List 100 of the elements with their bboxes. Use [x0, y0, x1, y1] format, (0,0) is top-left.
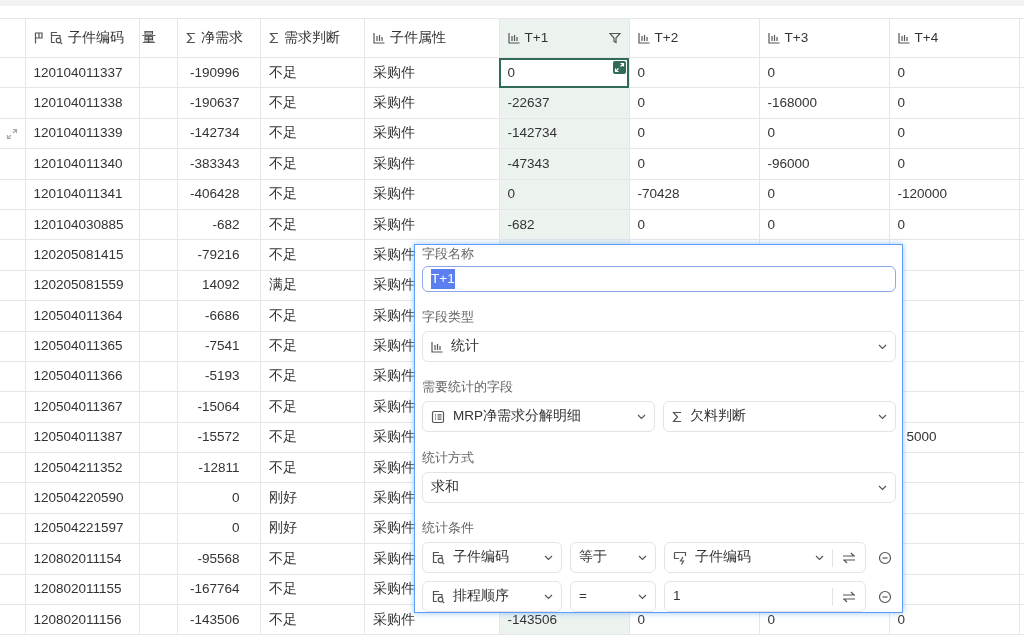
table-cell: 0	[767, 125, 775, 141]
table-cell: 5000	[906, 429, 937, 445]
column-header[interactable]: T+2	[654, 27, 679, 49]
table-cell: 刚好	[268, 520, 297, 536]
chevron-down-icon	[544, 593, 553, 600]
condition-field-dropdown[interactable]: 排程顺序	[422, 581, 562, 612]
table-cell: 采购件	[372, 94, 415, 110]
table-cell: 120504220590	[33, 490, 124, 506]
table-cell: 120104011340	[33, 155, 123, 171]
expand-icon[interactable]	[612, 61, 626, 74]
column-header[interactable]: T+1	[524, 27, 549, 49]
column-header[interactable]: T+3	[784, 27, 809, 49]
table-cell: 120802011155	[33, 581, 122, 597]
table-cell: 120802011154	[33, 550, 122, 566]
table-cell: 0	[897, 155, 905, 171]
table-cell: 0	[897, 611, 905, 627]
table-cell: -95568	[197, 550, 240, 566]
table-cell: 120504011367	[33, 398, 123, 414]
field-label: 需要统计的字段	[422, 379, 514, 395]
chevron-down-icon	[815, 554, 824, 561]
sum-icon	[268, 32, 279, 44]
table-cell: -383343	[189, 155, 240, 171]
lookup-field-icon	[431, 550, 445, 565]
table-cell: 0	[637, 125, 645, 141]
table-cell: -22637	[507, 94, 550, 110]
table-cell: 120504221597	[33, 520, 124, 536]
table-cell: 120504211352	[33, 459, 123, 475]
table-cell: 0	[767, 611, 775, 627]
table-cell: 120104011337	[33, 64, 123, 80]
table-cell: 0	[897, 94, 905, 110]
filter-icon	[608, 32, 621, 44]
table-cell: -167764	[189, 581, 240, 597]
bar-chart-icon	[507, 32, 520, 44]
swap-button[interactable]	[841, 590, 857, 603]
table-cell: 采购件	[372, 581, 415, 597]
chevron-down-icon	[638, 593, 647, 600]
swap-icon	[841, 590, 857, 603]
table-cell: 不足	[268, 581, 297, 597]
table-cell: -142734	[507, 125, 558, 141]
bar-chart-icon	[431, 340, 443, 353]
expand-icon	[6, 127, 18, 140]
field-label: 字段类型	[422, 309, 475, 325]
table-cell: 120802011156	[33, 611, 122, 627]
table-cell: -168000	[767, 94, 818, 110]
table-cell: 刚好	[268, 490, 297, 506]
table-cell: 不足	[268, 307, 297, 323]
table-cell: 采购件	[372, 398, 415, 414]
table-cell: 0	[897, 64, 905, 80]
table-cell: 0	[637, 64, 645, 80]
table-cell: -6686	[204, 307, 240, 323]
field-type-dropdown[interactable]: 统计	[422, 331, 896, 362]
table-cell: -142734	[189, 125, 240, 141]
table-cell: 120504011366	[33, 368, 123, 384]
condition-value-dropdown[interactable]: 子件编码	[664, 542, 866, 573]
table-cell: 120504011364	[33, 307, 123, 323]
column-header[interactable]: T+4	[914, 27, 939, 49]
chevron-down-icon	[878, 484, 887, 491]
table-cell: 不足	[268, 94, 297, 110]
source-table-dropdown[interactable]: MRP净需求分解明细	[422, 401, 655, 432]
table-cell: 采购件	[372, 64, 415, 80]
table-cell: 采购件	[372, 307, 415, 323]
field-name-input[interactable]: T+1	[422, 266, 896, 292]
table-cell: 不足	[268, 398, 297, 414]
table-icon	[431, 409, 445, 424]
field-label: 字段名称	[422, 246, 475, 262]
condition-field-dropdown[interactable]: 子件编码	[422, 542, 562, 573]
table-cell: 120104011339	[33, 125, 123, 141]
table-cell: 采购件	[372, 550, 415, 566]
table-cell: 120104011341	[33, 186, 123, 202]
table-cell: -15572	[197, 429, 240, 445]
table-cell: -47343	[507, 155, 550, 171]
table-cell: 120504011365	[33, 338, 123, 354]
swap-button[interactable]	[841, 551, 857, 564]
sum-icon	[185, 32, 196, 44]
condition-value-dropdown[interactable]: 1	[664, 581, 866, 612]
table-cell: 采购件	[372, 459, 415, 475]
table-cell: 采购件	[372, 246, 415, 262]
lookup-field-icon	[431, 589, 445, 604]
source-field-dropdown[interactable]: 欠料判断	[663, 401, 896, 432]
operator-dropdown[interactable]: =	[570, 581, 656, 612]
table-cell: 120504011387	[33, 429, 123, 445]
table-cell: 120205081415	[33, 246, 124, 262]
table-cell: 0	[637, 611, 645, 627]
bar-chart-icon	[897, 32, 910, 44]
table-cell: -143506	[189, 611, 240, 627]
table-cell: 不足	[268, 550, 297, 566]
swap-icon	[841, 551, 857, 564]
table-cell: 120104011338	[33, 94, 123, 110]
chevron-down-icon	[638, 554, 647, 561]
table-cell: 0	[637, 216, 645, 232]
table-cell: 0	[637, 155, 645, 171]
table-cell: -190637	[189, 94, 240, 110]
table-cell: 采购件	[372, 368, 415, 384]
table-cell: -5193	[204, 368, 240, 384]
field-label: 统计条件	[422, 520, 475, 536]
table-cell: -7541	[204, 338, 240, 354]
sum-icon	[672, 410, 682, 423]
operator-dropdown[interactable]: 等于	[570, 542, 656, 573]
table-cell: 0	[232, 490, 240, 506]
method-dropdown[interactable]: 求和	[422, 472, 896, 503]
